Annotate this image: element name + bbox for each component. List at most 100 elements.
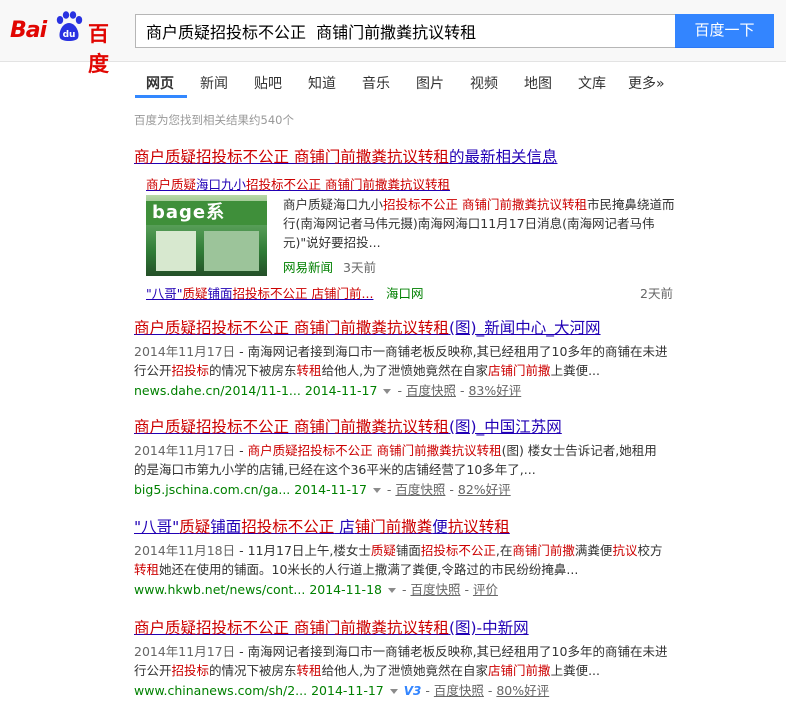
tab-zhidao[interactable]: 知道 [308,73,336,93]
hl: 商户质疑招投标不公正 商铺门前撒粪抗议转租 [134,619,449,637]
hl: 招投标 [171,663,210,678]
txt: 海口九小 [196,177,247,192]
result-item: 商户质疑招投标不公正 商铺门前撒粪抗议转租(图)_中国江苏网 2014年11月1… [134,417,694,499]
hl: 质疑 [179,518,211,536]
result-count: 百度为您找到相关结果约540个 [134,113,294,127]
news-meta: 网易新闻 3天前 [283,257,376,276]
txt: 商户质疑 [283,197,334,212]
thumbnail-sign: bage系 [146,201,267,225]
txt: - 11月17日上午,楼女士 [235,543,371,558]
result-date: 2014年11月17日 [134,644,236,659]
txt: 满粪便 [574,543,613,558]
result-url-date: 2014-11-18 [309,582,382,597]
tab-more[interactable]: 更多» [628,73,665,93]
hl: 抗议转租 [447,518,510,536]
hl: 店铺门前撒 [488,663,551,678]
rating-link[interactable]: 82%好评 [458,482,511,497]
snapshot-link[interactable]: 百度快照 [434,683,484,698]
result-title[interactable]: "八哥"质疑铺面招投标不公正 店铺门前撒粪便抗议转租 [134,517,694,537]
snapshot-link[interactable]: 百度快照 [395,482,445,497]
paw-icon: du [56,11,83,41]
tab-wenku[interactable]: 文库 [578,73,606,93]
news-sub-link-2[interactable]: "八哥"质疑铺面招投标不公正 店铺门前... [146,283,373,302]
dropdown-icon[interactable] [389,688,398,694]
hl: 商户质疑招投标不公正 商铺门前撒粪抗议转租 [247,443,502,458]
header: Bai du 百度 百度一下 [0,0,786,76]
title-rest: 的最新相关信息 [448,148,558,166]
hl: 抗议 [612,543,638,558]
txt: 铺面 [210,518,242,536]
news-thumbnail[interactable]: bage系 [146,195,267,276]
tab-video[interactable]: 视频 [470,73,498,93]
result-abstract: 2014年11月17日 - 南海网记者接到海口市一商铺老板反映称,其已经租用了1… [134,642,669,680]
txt: 铺面 [395,543,421,558]
hl: 铺门前撒粪 [354,518,433,536]
txt: (图)-中新网 [448,619,529,637]
tab-map[interactable]: 地图 [524,73,552,93]
txt: 便 [432,518,448,536]
txt: "八哥" [134,518,180,536]
txt: 给他人,为了泄愤她竟然在自家 [321,663,489,678]
result-item: "八哥"质疑铺面招投标不公正 店铺门前撒粪便抗议转租 2014年11月18日 -… [134,517,694,599]
result-abstract: 2014年11月17日 - 南海网记者接到海口市一商铺老板反映称,其已经租用了1… [134,342,669,380]
hl: 店铺门前撒 [488,363,551,378]
snapshot-link[interactable]: 百度快照 [410,582,460,597]
txt: 铺面 [207,286,233,301]
hl: 商户质疑招投标不公正 商铺门前撒粪抗议转租 [134,418,449,436]
title-highlight: 商户质疑招投标不公正 商铺门前撒粪抗议转租 [134,148,449,166]
tab-music[interactable]: 音乐 [362,73,390,93]
result-title[interactable]: 商户质疑招投标不公正 商铺门前撒粪抗议转租(图)-中新网 [134,618,694,638]
tab-images[interactable]: 图片 [416,73,444,93]
tab-news[interactable]: 新闻 [200,73,228,93]
result-item: 商户质疑招投标不公正 商铺门前撒粪抗议转租(图)-中新网 2014年11月17日… [134,618,694,700]
result-title[interactable]: 商户质疑招投标不公正 商铺门前撒粪抗议转租(图)_中国江苏网 [134,417,694,437]
txt: ,在 [495,543,513,558]
snapshot-link[interactable]: 百度快照 [406,383,456,398]
result-url: news.dahe.cn/2014/11-1... [134,383,301,398]
txt: "八哥" [146,286,183,301]
news-sub-link-1[interactable]: 商户质疑海口九小招投标不公正 商铺门前撒粪抗议转租 [146,174,450,193]
news-sub-source: 海口网 [386,286,424,301]
hl: 商户质疑 [146,177,197,192]
hl: 招投标不公正 商铺门前撒粪抗议转租 [246,177,451,192]
search-tabs: 网页 新闻 贴吧 知道 音乐 图片 视频 地图 文库 更多» [0,63,786,101]
rating-link[interactable]: 83%好评 [468,383,521,398]
result-meta: www.hkwb.net/news/cont... 2014-11-18- 百度… [134,582,498,597]
baidu-logo[interactable]: Bai du 百度 [10,10,120,76]
rating-link[interactable]: 80%好评 [496,683,549,698]
result-title[interactable]: 商户质疑招投标不公正 商铺门前撒粪抗议转租(图)_新闻中心_大河网 [134,318,694,338]
txt: (图)_新闻中心_大河网 [448,319,601,337]
txt: 的情况下被房东 [209,663,297,678]
txt: 她还在使用的铺面。10米长的人行道上撒满了粪便,令路过的市民纷纷掩鼻... [159,562,579,577]
news-sub-ago: 2天前 [640,286,673,301]
txt: - [235,443,248,458]
news-block-title[interactable]: 商户质疑招投标不公正 商铺门前撒粪抗议转租的最新相关信息 [134,147,694,167]
result-url-date: 2014-11-17 [304,383,378,398]
tab-tieba[interactable]: 贴吧 [254,73,282,93]
rating-link[interactable]: 评价 [473,582,498,597]
hl: 招投标 [171,363,210,378]
tab-web[interactable]: 网页 [146,73,174,93]
search-button[interactable]: 百度一下 [675,14,774,48]
thumbnail-window [204,231,259,271]
result-meta: big5.jschina.com.cn/ga... 2014-11-17- 百度… [134,482,511,497]
news-abstract: 商户质疑海口九小招投标不公正 商铺门前撒粪抗议转租市民掩鼻绕道而行(南海网记者马… [283,195,678,252]
logo-bai: Bai [10,18,47,43]
thumbnail-window [156,231,196,271]
result-item: 商户质疑招投标不公正 商铺门前撒粪抗议转租(图)_新闻中心_大河网 2014年1… [134,318,694,400]
dropdown-icon[interactable] [387,587,396,593]
result-date: 2014年11月17日 [134,443,236,458]
logo-du-paw: du [63,30,76,40]
dropdown-icon[interactable] [383,388,392,394]
dropdown-icon[interactable] [372,487,381,493]
result-abstract: 2014年11月18日 - 11月17日上午,楼女士质疑铺面招投标不公正,在商铺… [134,541,669,579]
search-input[interactable] [135,14,675,48]
hl: 质疑 [182,286,208,301]
result-url-date: 2014-11-17 [294,482,367,497]
news-block: 商户质疑招投标不公正 商铺门前撒粪抗议转租的最新相关信息 [134,147,694,167]
txt: (图)_中国江苏网 [448,418,562,436]
v3-badge-icon[interactable]: V3 [404,684,422,698]
result-url: www.chinanews.com/sh/2... [134,683,308,698]
hl: 招投标不公正 店铺门前... [232,286,374,301]
hl: 招投标不公正 [420,543,496,558]
